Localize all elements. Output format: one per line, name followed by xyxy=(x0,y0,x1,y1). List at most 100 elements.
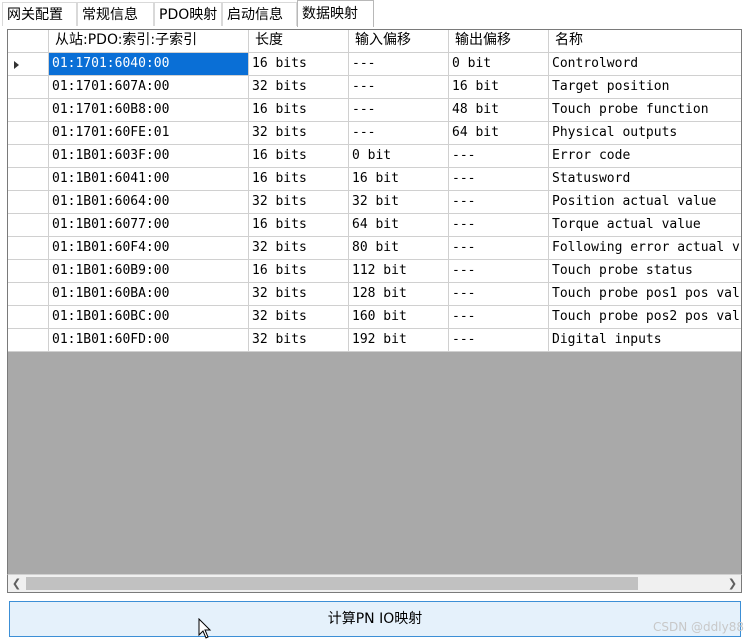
cell-name[interactable]: Touch probe status xyxy=(549,260,741,283)
column-header-index[interactable]: 从站:PDO:索引:子索引 xyxy=(49,30,249,52)
cell-name[interactable]: Torque actual value xyxy=(549,214,741,237)
table-row[interactable]: 01:1B01:60B9:00 16 bits 112 bit --- Touch pr… xyxy=(8,260,741,283)
cell-output-offset[interactable]: 48 bit xyxy=(449,99,549,122)
tab-data-mapping[interactable]: 数据映射 xyxy=(297,0,374,27)
cell-length[interactable]: 16 bits xyxy=(249,214,349,237)
table-row[interactable]: 01:1B01:60F4:00 32 bits 80 bit --- Following… xyxy=(8,237,741,260)
tab-general-info[interactable]: 常规信息 xyxy=(77,2,154,26)
cell-output-offset[interactable]: --- xyxy=(449,214,549,237)
row-header-cell[interactable] xyxy=(8,237,49,260)
row-header-cell[interactable] xyxy=(8,214,49,237)
row-header-cell[interactable] xyxy=(8,260,49,283)
cell-length[interactable]: 16 bits xyxy=(249,260,349,283)
cell-output-offset[interactable]: --- xyxy=(449,145,549,168)
cell-input-offset[interactable]: 64 bit xyxy=(349,214,449,237)
horizontal-scrollbar[interactable]: ❮ ❯ xyxy=(7,574,742,593)
data-mapping-grid[interactable]: 从站:PDO:索引:子索引 长度 输入偏移 输出偏移 名称 01:1701:60… xyxy=(7,29,742,593)
row-header-cell[interactable] xyxy=(8,329,49,352)
tab-pdo-mapping[interactable]: PDO映射 xyxy=(154,2,222,26)
column-header-length[interactable]: 长度 xyxy=(249,30,349,52)
cell-length[interactable]: 16 bits xyxy=(249,168,349,191)
cell-input-offset[interactable]: 112 bit xyxy=(349,260,449,283)
cell-output-offset[interactable]: --- xyxy=(449,191,549,214)
cell-output-offset[interactable]: --- xyxy=(449,260,549,283)
row-header-cell[interactable] xyxy=(8,76,49,99)
cell-input-offset[interactable]: 160 bit xyxy=(349,306,449,329)
cell-length[interactable]: 16 bits xyxy=(249,145,349,168)
cell-index[interactable]: 01:1701:6040:00 xyxy=(49,53,249,76)
table-row[interactable]: 01:1B01:6064:00 32 bits 32 bit --- Position … xyxy=(8,191,741,214)
cell-output-offset[interactable]: --- xyxy=(449,237,549,260)
cell-index[interactable]: 01:1B01:60FD:00 xyxy=(49,329,249,352)
cell-length[interactable]: 16 bits xyxy=(249,53,349,76)
cell-name[interactable]: Position actual value xyxy=(549,191,741,214)
row-header-column[interactable] xyxy=(8,30,49,52)
column-header-output-offset[interactable]: 输出偏移 xyxy=(449,30,549,52)
cell-name[interactable]: Following error actual v xyxy=(549,237,741,260)
cell-index[interactable]: 01:1B01:60B9:00 xyxy=(49,260,249,283)
row-header-cell[interactable] xyxy=(8,99,49,122)
table-row[interactable]: 01:1B01:60BA:00 32 bits 128 bit --- Touch pr… xyxy=(8,283,741,306)
table-row[interactable]: 01:1B01:60BC:00 32 bits 160 bit --- Touch pr… xyxy=(8,306,741,329)
cell-output-offset[interactable]: 0 bit xyxy=(449,53,549,76)
cell-output-offset[interactable]: 64 bit xyxy=(449,122,549,145)
cell-index[interactable]: 01:1701:60FE:01 xyxy=(49,122,249,145)
table-row[interactable]: 01:1B01:6077:00 16 bits 64 bit --- Torque ac… xyxy=(8,214,741,237)
cell-input-offset[interactable]: 0 bit xyxy=(349,145,449,168)
cell-name[interactable]: Error code xyxy=(549,145,741,168)
row-header-cell[interactable] xyxy=(8,168,49,191)
cell-name[interactable]: Physical outputs xyxy=(549,122,741,145)
cell-name[interactable]: Target position xyxy=(549,76,741,99)
cell-length[interactable]: 32 bits xyxy=(249,329,349,352)
row-header-cell[interactable] xyxy=(8,191,49,214)
tab-gateway-config[interactable]: 网关配置 xyxy=(2,2,77,26)
cell-name[interactable]: Touch probe pos2 pos val xyxy=(549,306,741,329)
cell-length[interactable]: 32 bits xyxy=(249,122,349,145)
table-row[interactable]: 01:1701:607A:00 32 bits --- 16 bit Target po… xyxy=(8,76,741,99)
cell-index[interactable]: 01:1701:607A:00 xyxy=(49,76,249,99)
cell-length[interactable]: 32 bits xyxy=(249,191,349,214)
cell-index[interactable]: 01:1B01:603F:00 xyxy=(49,145,249,168)
cell-length[interactable]: 32 bits xyxy=(249,306,349,329)
chevron-right-icon[interactable]: ❯ xyxy=(724,575,741,592)
tab-startup-info[interactable]: 启动信息 xyxy=(222,2,297,26)
scrollbar-thumb[interactable] xyxy=(26,577,638,590)
table-row[interactable]: 01:1B01:6041:00 16 bits 16 bit --- Statuswor… xyxy=(8,168,741,191)
cell-output-offset[interactable]: --- xyxy=(449,168,549,191)
cell-index[interactable]: 01:1B01:6041:00 xyxy=(49,168,249,191)
table-row[interactable]: 01:1B01:603F:00 16 bits 0 bit --- Error code xyxy=(8,145,741,168)
row-header-cell[interactable] xyxy=(8,53,49,76)
cell-output-offset[interactable]: --- xyxy=(449,283,549,306)
table-row[interactable]: 01:1B01:60FD:00 32 bits 192 bit --- Digital … xyxy=(8,329,741,352)
cell-input-offset[interactable]: --- xyxy=(349,76,449,99)
table-row[interactable]: 01:1701:60FE:01 32 bits --- 64 bit Physical … xyxy=(8,122,741,145)
cell-input-offset[interactable]: --- xyxy=(349,99,449,122)
cell-output-offset[interactable]: --- xyxy=(449,329,549,352)
cell-length[interactable]: 16 bits xyxy=(249,99,349,122)
cell-name[interactable]: Touch probe pos1 pos val xyxy=(549,283,741,306)
cell-index[interactable]: 01:1B01:60BA:00 xyxy=(49,283,249,306)
cell-index[interactable]: 01:1B01:6064:00 xyxy=(49,191,249,214)
cell-length[interactable]: 32 bits xyxy=(249,283,349,306)
cell-input-offset[interactable]: 80 bit xyxy=(349,237,449,260)
cell-name[interactable]: Digital inputs xyxy=(549,329,741,352)
cell-input-offset[interactable]: 32 bit xyxy=(349,191,449,214)
column-header-input-offset[interactable]: 输入偏移 xyxy=(349,30,449,52)
cell-index[interactable]: 01:1701:60B8:00 xyxy=(49,99,249,122)
cell-input-offset[interactable]: --- xyxy=(349,122,449,145)
table-row[interactable]: 01:1701:6040:00 16 bits --- 0 bit Controlwor… xyxy=(8,53,741,76)
cell-index[interactable]: 01:1B01:6077:00 xyxy=(49,214,249,237)
row-header-cell[interactable] xyxy=(8,145,49,168)
table-row[interactable]: 01:1701:60B8:00 16 bits --- 48 bit Touch pro… xyxy=(8,99,741,122)
cell-output-offset[interactable]: --- xyxy=(449,306,549,329)
cell-length[interactable]: 32 bits xyxy=(249,76,349,99)
row-header-cell[interactable] xyxy=(8,306,49,329)
row-header-cell[interactable] xyxy=(8,283,49,306)
column-header-name[interactable]: 名称 xyxy=(549,30,741,52)
cell-input-offset[interactable]: 192 bit xyxy=(349,329,449,352)
cell-index[interactable]: 01:1B01:60BC:00 xyxy=(49,306,249,329)
cell-input-offset[interactable]: --- xyxy=(349,53,449,76)
calculate-pn-io-mapping-button[interactable]: 计算PN IO映射 xyxy=(9,601,741,637)
row-header-cell[interactable] xyxy=(8,122,49,145)
cell-name[interactable]: Statusword xyxy=(549,168,741,191)
